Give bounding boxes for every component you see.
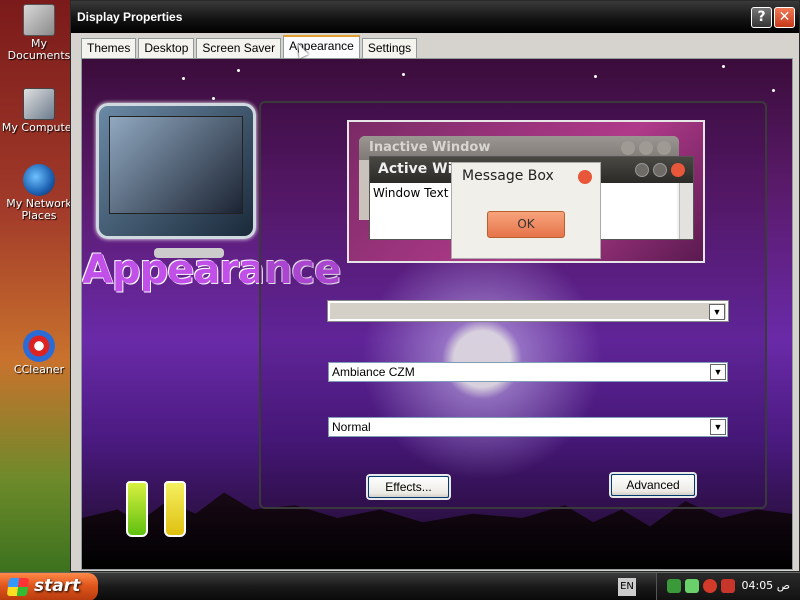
advanced-button[interactable]: Advanced <box>611 474 695 496</box>
ccleaner-icon <box>23 330 55 362</box>
antivirus-tray-icon[interactable] <box>703 579 717 593</box>
display-properties-window: Display Properties ? ✕ Themes Desktop Sc… <box>70 0 800 572</box>
help-button[interactable]: ? <box>751 7 772 28</box>
color-scheme-select[interactable]: Ambiance CZM ▼ <box>328 362 728 382</box>
documents-icon <box>23 4 55 36</box>
taskbar: start EN 04:05 ص <box>0 572 800 600</box>
message-box-preview: Message Box OK <box>451 162 601 259</box>
tab-strip: Themes Desktop Screen Saver Appearance S… <box>81 35 419 58</box>
desktop-icon-ccleaner[interactable]: CCleaner <box>0 330 78 376</box>
close-icon <box>671 163 685 177</box>
preview-scrollbar <box>679 183 693 239</box>
tab-desktop[interactable]: Desktop <box>138 38 195 58</box>
monitor-illustration <box>96 103 256 258</box>
close-icon <box>578 170 592 184</box>
desktop-icon-label: My Documents <box>7 37 71 62</box>
windows-and-buttons-select[interactable]: ▼ <box>327 300 729 322</box>
maximize-icon <box>653 163 667 177</box>
preview-ok-button: OK <box>487 211 565 238</box>
window-titlebar[interactable]: Display Properties ? ✕ <box>71 1 799 33</box>
security-shield-icon[interactable] <box>721 579 735 593</box>
desktop-icon-my-documents[interactable]: My Documents <box>0 4 78 62</box>
font-size-value: Normal <box>332 420 371 434</box>
font-size-select[interactable]: Normal ▼ <box>328 417 728 437</box>
start-label: start <box>34 576 81 596</box>
desktop-icon-label: My Network Places <box>6 197 72 222</box>
windows-logo-icon <box>6 578 30 596</box>
safely-remove-icon[interactable] <box>685 579 699 593</box>
tab-themes[interactable]: Themes <box>81 38 137 58</box>
desktop-icon-my-computer[interactable]: My Computer <box>0 88 78 134</box>
close-icon <box>657 141 671 155</box>
chevron-down-icon[interactable]: ▼ <box>710 364 726 380</box>
tab-settings[interactable]: Settings <box>361 38 418 58</box>
desktop-icon-label: CCleaner <box>13 363 65 376</box>
start-button[interactable]: start <box>0 573 98 600</box>
close-button[interactable]: ✕ <box>774 7 795 28</box>
tab-screen-saver[interactable]: Screen Saver <box>196 38 282 58</box>
window-title: Display Properties <box>77 10 183 24</box>
desktop-icon-my-network-places[interactable]: My Network Places <box>0 164 78 222</box>
network-tray-icon[interactable] <box>667 579 681 593</box>
active-window-title-text: Active Win <box>378 161 463 177</box>
message-box-title-text: Message Box <box>462 168 554 184</box>
chevron-down-icon[interactable]: ▼ <box>709 304 725 320</box>
minimize-icon <box>635 163 649 177</box>
language-indicator[interactable]: EN <box>618 578 636 596</box>
maximize-icon <box>639 141 653 155</box>
computer-icon <box>23 88 55 120</box>
system-tray: 04:05 ص <box>656 573 800 600</box>
chevron-down-icon[interactable]: ▼ <box>710 419 726 435</box>
effects-button[interactable]: Effects... <box>368 476 449 498</box>
color-scheme-value: Ambiance CZM <box>332 365 415 379</box>
clock[interactable]: 04:05 ص <box>741 579 790 592</box>
appearance-banner-text: Appearance <box>82 247 341 293</box>
appearance-preview: Inactive Window Active Win Window Text M… <box>347 120 705 263</box>
network-icon <box>23 164 55 196</box>
minimize-icon <box>621 141 635 155</box>
message-box-title: Message Box <box>452 163 600 191</box>
paint-splash-illustration <box>112 309 262 549</box>
appearance-panel: Appearance Inactive Window Active Win Wi… <box>81 58 793 570</box>
desktop-icon-label: My Computer <box>1 121 77 134</box>
